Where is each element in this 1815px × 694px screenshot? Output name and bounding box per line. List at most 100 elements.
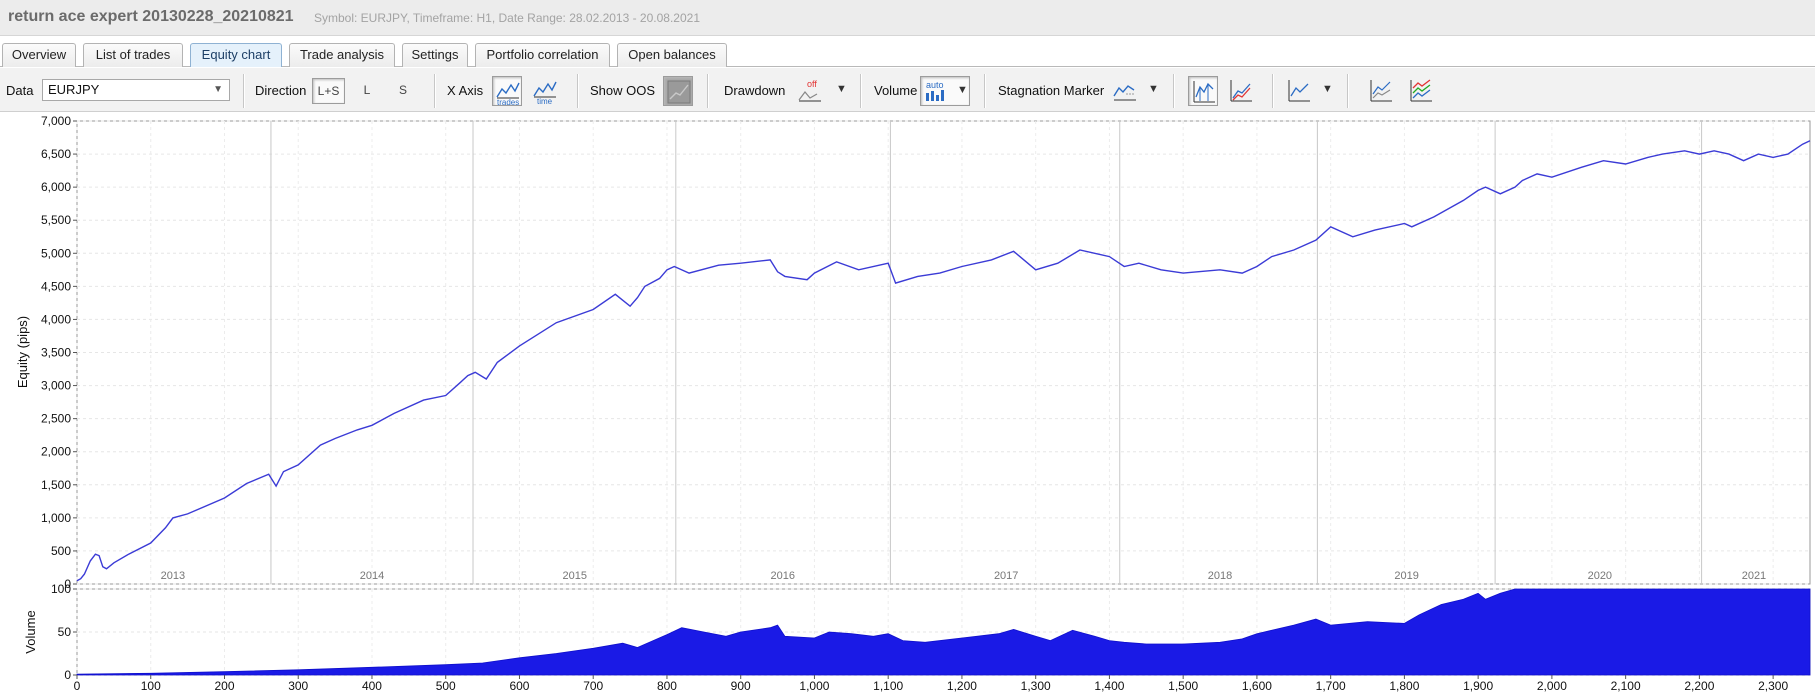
year-label: 2020 [1588,570,1612,582]
x-tick-label: 200 [214,679,234,693]
equity-chart-area[interactable]: 2013 2014 2015 2016 2017 2018 2019 2020 2021 0 50… [0,112,1815,694]
multi-series-button[interactable] [1406,76,1436,106]
tab-bar: Overview List of trades Equity chart Tra… [0,40,1815,67]
tab-overview[interactable]: Overview [2,43,76,67]
direction-long-button[interactable]: L [355,78,379,104]
x-tick-label: 1,300 [1021,679,1051,693]
time-icon-text: time [537,97,553,104]
x-tick-label: 800 [657,679,677,693]
direction-long-short-button[interactable]: L+S [312,78,345,104]
separator [243,74,245,108]
year-label: 2014 [360,570,384,582]
x-axis-time-button[interactable]: time [530,76,560,106]
separator [1272,74,1274,108]
x-axis-ticks: 0 100 200 300 400 500 600 700 800 900 1,000 1,100 1,… [74,675,1788,693]
equity-y-tick-label: 5,000 [41,246,71,260]
equity-y-tick-label: 2,500 [41,412,71,426]
year-label: 2021 [1742,570,1766,582]
volume-icon-text: auto [926,80,944,90]
volume-y-tick-label: 100 [51,582,71,596]
title-bar: return ace expert 20130228_20210821 Symb… [0,0,1815,36]
volume-y-axis-label: Volume [23,610,38,653]
equity-y-tick-label: 3,000 [41,379,71,393]
x-tick-label: 2,200 [1684,679,1714,693]
drawdown-icon-text: off [807,79,817,89]
x-tick-label: 900 [731,679,751,693]
chart-type-line-button[interactable] [1226,76,1256,106]
multi-series-icon [1410,79,1432,102]
equity-y-tick-label: 5,500 [41,213,71,227]
year-label: 2017 [994,570,1018,582]
volume-icon: auto [926,80,944,101]
separator [707,74,709,108]
stagnation-label: Stagnation Marker [998,83,1105,98]
window-subtitle: Symbol: EURJPY, Timeframe: H1, Date Rang… [314,11,700,25]
drawdown-dropdown-icon[interactable]: ▼ [836,83,847,95]
x-tick-label: 1,500 [1168,679,1198,693]
tab-open-balances[interactable]: Open balances [617,43,727,67]
window-title: return ace expert 20130228_20210821 [8,8,294,25]
tab-equity-chart[interactable]: Equity chart [190,43,282,67]
line-style-icon [1288,80,1310,102]
drawdown-button[interactable]: off [795,76,825,106]
chart-compare-icon [1370,80,1392,102]
tab-list-of-trades[interactable]: List of trades [83,43,183,67]
separator [434,74,436,108]
year-label: 2015 [563,570,587,582]
show-oos-toggle[interactable] [663,76,693,106]
drawdown-label: Drawdown [724,83,786,98]
data-select[interactable]: EURJPY ▼ [42,79,230,101]
separator [984,74,986,108]
volume-dropdown-icon: ▼ [957,84,968,96]
volume-y-ticks: 0 50 100 [51,582,77,682]
year-label: 2016 [770,570,794,582]
tab-trade-analysis[interactable]: Trade analysis [289,43,395,67]
separator [1347,74,1349,108]
year-label: 2013 [161,570,185,582]
equity-y-tick-label: 4,000 [41,312,71,326]
equity-y-tick-label: 500 [51,544,71,558]
x-tick-label: 700 [583,679,603,693]
data-label: Data [6,83,34,98]
x-tick-label: 1,800 [1389,679,1419,693]
year-label: 2018 [1208,570,1232,582]
equity-y-tick-label: 4,500 [41,279,71,293]
chart-compare-button[interactable] [1366,76,1396,106]
volume-label: Volume [874,83,918,98]
equity-y-tick-label: 1,000 [41,511,71,525]
separator [577,74,579,108]
chart-toolbar: Data EURJPY ▼ Direction L+S L S X Axis t… [0,68,1815,112]
line-style-button[interactable] [1284,76,1314,106]
volume-y-tick-label: 0 [64,668,71,682]
x-tick-label: 0 [74,679,81,693]
oos-icon [667,80,691,104]
x-tick-label: 1,000 [799,679,829,693]
x-tick-label: 600 [509,679,529,693]
tab-settings[interactable]: Settings [402,43,468,67]
x-tick-label: 1,900 [1463,679,1493,693]
x-tick-label: 1,400 [1094,679,1124,693]
x-axis-trades-button[interactable]: trades [492,76,522,106]
volume-button[interactable]: auto ▼ [920,76,970,106]
equity-y-tick-label: 6,000 [41,180,71,194]
year-label: 2019 [1394,570,1418,582]
x-tick-label: 1,200 [947,679,977,693]
x-tick-label: 300 [288,679,308,693]
equity-y-tick-label: 7,000 [41,114,71,128]
direction-short-button[interactable]: S [391,78,415,104]
line-style-dropdown-icon[interactable]: ▼ [1322,83,1333,95]
stagnation-dropdown-icon[interactable]: ▼ [1148,83,1159,95]
chart-type-bar-button[interactable] [1188,76,1218,106]
show-oos-label: Show OOS [590,83,656,98]
tab-portfolio-correlation[interactable]: Portfolio correlation [475,43,610,67]
x-tick-label: 1,600 [1242,679,1272,693]
drawdown-icon: off [798,79,821,102]
x-tick-label: 2,300 [1758,679,1788,693]
x-tick-label: 500 [436,679,456,693]
direction-label: Direction [255,83,307,98]
equity-y-tick-label: 3,500 [41,346,71,360]
stagnation-button[interactable] [1110,76,1140,106]
x-axis-label: X Axis [447,83,484,98]
x-tick-label: 1,100 [873,679,903,693]
time-axis-icon: time [533,81,557,104]
